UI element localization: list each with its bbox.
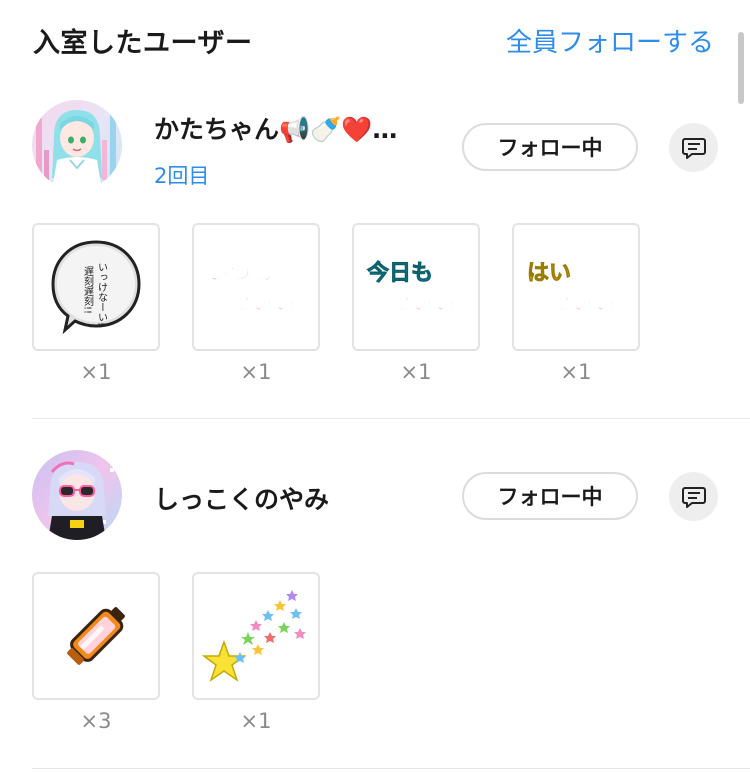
comment-icon [681,486,706,508]
gift-thumbnail [192,572,320,700]
battery-gift-icon [67,607,125,665]
avatar[interactable] [32,100,122,190]
divider [32,768,750,769]
gift-thumbnail: いつも かわいい [192,223,320,351]
comment-icon [681,137,706,159]
panel-header: 入室したユーザー 全員フォローする [33,18,714,62]
avatar[interactable] [32,450,122,540]
gift-count: ×1 [560,360,592,384]
gift-thumbnail: はい かわいい [512,223,640,351]
svg-text:はい: はい [527,261,571,286]
svg-text:いっけなーい!: いっけなーい! [96,262,107,326]
svg-text:今日も: 今日も [367,260,433,286]
comment-button[interactable] [669,123,718,172]
user-row: かたちゃん📢🍼❤️… 2回目 フォロー中 [0,100,750,190]
follow-all-link[interactable]: 全員フォローする [506,22,714,59]
entered-users-panel: 入室したユーザー 全員フォローする かたちゃん📢🍼❤️… 2回目 フォロー中 い… [0,0,750,772]
svg-text:いつも: いつも [207,261,273,286]
gift-list: ×3 ×1 [32,572,750,733]
user-name[interactable]: かたちゃん📢🍼❤️… [154,110,397,146]
gift-count: ×1 [400,360,432,384]
gift-thumbnail: 今日も かわいい [352,223,480,351]
kyoumo-kawaii-gift-icon: 今日も かわいい [367,260,456,317]
gift-item[interactable]: 今日も かわいい ×1 [352,223,480,384]
visit-count: 2回目 [154,164,210,188]
itsumo-kawaii-gift-icon: いつも かわいい [207,261,296,317]
gift-count: ×1 [240,360,272,384]
gift-count: ×1 [240,709,272,733]
gift-count: ×3 [80,709,112,733]
gift-list: いっけなーい! 遅刻遅刻!! ×1 いつも かわいい ×1 今日も かわいい ×… [32,223,750,384]
svg-text:遅刻遅刻!!: 遅刻遅刻!! [82,266,94,314]
hai-kawaii-gift-icon: はい かわいい [527,261,616,317]
divider [32,418,750,419]
following-button[interactable]: フォロー中 [462,123,638,171]
scrollbar-thumb[interactable] [738,32,744,104]
user-row: しっこくのやみ フォロー中 [0,450,750,540]
svg-text:かわいい: かわいい [527,291,615,316]
panel-title: 入室したユーザー [33,27,253,59]
following-button[interactable]: フォロー中 [462,472,638,520]
svg-text:かわいい: かわいい [207,291,295,316]
speech-bubble-gift-icon: いっけなーい! 遅刻遅刻!! [51,240,141,335]
gift-item[interactable]: ×3 [32,572,160,733]
gift-item[interactable]: いっけなーい! 遅刻遅刻!! ×1 [32,223,160,384]
star-shower-gift-icon [201,590,306,682]
gift-count: ×1 [80,360,112,384]
gift-item[interactable]: ×1 [192,572,320,733]
user-name[interactable]: しっこくのやみ [154,480,329,516]
comment-button[interactable] [669,472,718,521]
gift-item[interactable]: いつも かわいい ×1 [192,223,320,384]
gift-item[interactable]: はい かわいい ×1 [512,223,640,384]
gift-thumbnail [32,572,160,700]
gift-thumbnail: いっけなーい! 遅刻遅刻!! [32,223,160,351]
svg-text:かわいい: かわいい [367,291,455,316]
